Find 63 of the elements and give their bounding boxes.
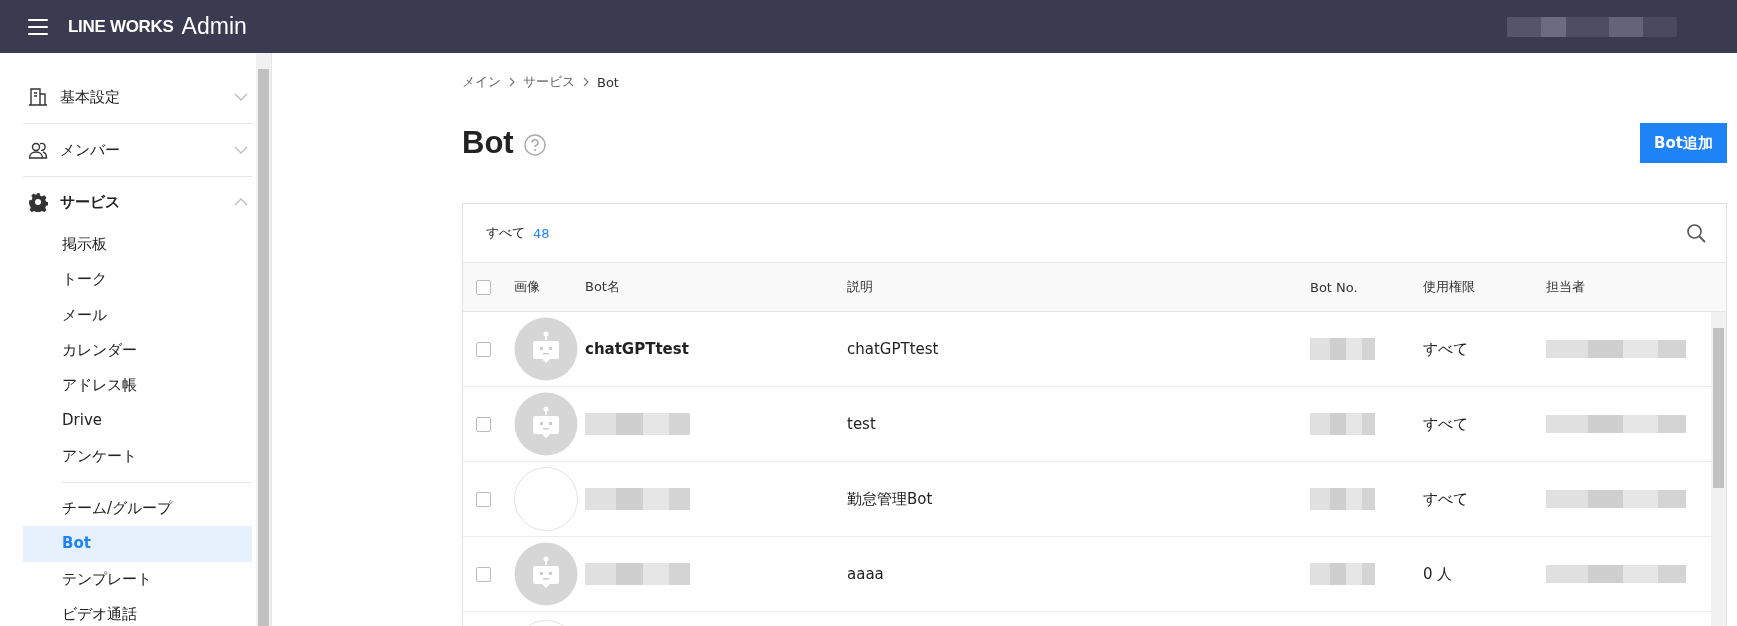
- add-bot-button[interactable]: Bot追加: [1640, 123, 1727, 163]
- sidebar-item[interactable]: 掲示板: [23, 227, 252, 263]
- settings-icon: [28, 192, 48, 212]
- table-cell: aaaa: [847, 565, 884, 583]
- bot-avatar-icon: [514, 317, 578, 381]
- scrollbar[interactable]: [256, 53, 271, 626]
- select-all-checkbox[interactable]: [476, 279, 491, 295]
- table-cell: すべて: [1423, 414, 1468, 434]
- sidebar-section[interactable]: サービス: [23, 177, 252, 227]
- table-cell: 勤怠管理Bot: [847, 489, 933, 509]
- blurred-text: [1310, 413, 1375, 435]
- breadcrumb-item: Bot: [597, 74, 619, 90]
- search-icon[interactable]: [1686, 223, 1706, 243]
- sidebar-item[interactable]: Drive: [23, 403, 252, 439]
- sidebar-item[interactable]: アンケート: [23, 438, 252, 475]
- table-cell: 0 人: [1423, 564, 1453, 584]
- column-header: Bot No.: [1310, 279, 1359, 295]
- chevron-right-icon: [583, 77, 589, 87]
- breadcrumb-item[interactable]: サービス: [523, 73, 575, 91]
- people-icon: [28, 140, 48, 160]
- sidebar-item[interactable]: チーム/グループ: [23, 491, 252, 527]
- help-icon[interactable]: [523, 134, 546, 156]
- row-checkbox[interactable]: [476, 341, 491, 357]
- section-label: 基本設定: [60, 87, 121, 107]
- sidebar-item[interactable]: ビデオ通話: [23, 596, 252, 626]
- sidebar-item[interactable]: テンプレート: [23, 561, 252, 597]
- scrollbar[interactable]: [1711, 312, 1726, 626]
- blurred-text: [1310, 338, 1375, 360]
- row-checkbox[interactable]: [476, 491, 491, 507]
- empty-avatar-icon: [514, 467, 578, 531]
- sidebar-section[interactable]: メンバー: [23, 124, 252, 176]
- row-checkbox[interactable]: [476, 566, 491, 582]
- table-cell: すべて: [1423, 489, 1468, 509]
- product-name: Admin: [181, 13, 247, 40]
- table-cell: すべて: [1423, 339, 1468, 359]
- section-label: メンバー: [60, 140, 121, 160]
- filter-label[interactable]: すべて: [486, 224, 525, 242]
- column-header: Bot名: [585, 278, 621, 296]
- brand-logo: LINE WORKS: [68, 16, 174, 37]
- bot-name[interactable]: chatGPTtest: [585, 340, 689, 358]
- table-cell: test: [847, 415, 876, 433]
- menu-icon[interactable]: [28, 18, 48, 35]
- sidebar-item[interactable]: メール: [23, 297, 252, 333]
- column-header: 使用権限: [1423, 278, 1476, 296]
- chevron-right-icon: [509, 77, 515, 87]
- table-cell: chatGPTtest: [847, 340, 939, 358]
- building-icon: [28, 87, 48, 107]
- column-header: 担当者: [1546, 278, 1586, 296]
- row-checkbox[interactable]: [476, 416, 491, 432]
- sidebar-item[interactable]: カレンダー: [23, 332, 252, 369]
- sidebar-item[interactable]: トーク: [23, 262, 252, 298]
- page-title: Bot: [462, 125, 514, 161]
- sidebar-section[interactable]: 基本設定: [23, 71, 252, 123]
- bot-avatar-icon: [514, 392, 578, 456]
- blurred-text: [1310, 563, 1375, 585]
- filter-count: 48: [533, 225, 550, 241]
- column-header: 説明: [847, 278, 874, 296]
- blurred-text: [1310, 488, 1375, 510]
- column-header: 画像: [514, 278, 541, 296]
- section-label: サービス: [60, 192, 121, 212]
- bot-avatar-icon: [514, 542, 578, 606]
- sidebar-item[interactable]: アドレス帳: [23, 368, 252, 404]
- breadcrumb-item[interactable]: メイン: [462, 73, 501, 91]
